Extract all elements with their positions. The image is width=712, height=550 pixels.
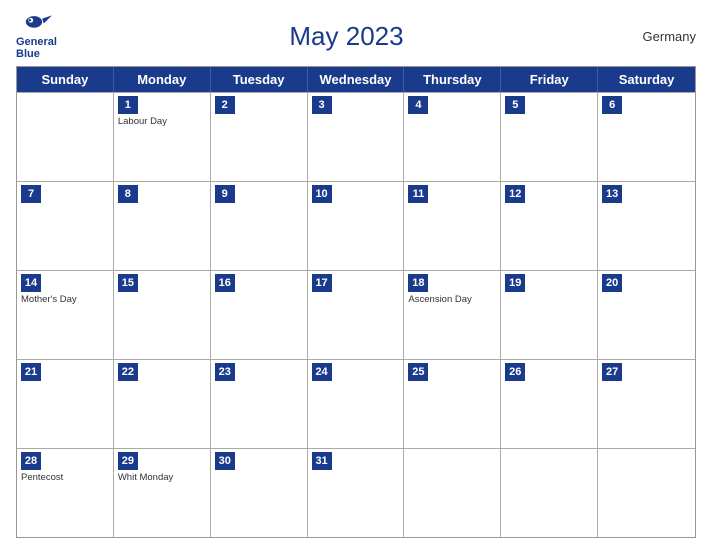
calendar-cell: 17 bbox=[308, 271, 405, 359]
calendar-cell: 6 bbox=[598, 93, 695, 181]
calendar-cell: 13 bbox=[598, 182, 695, 270]
calendar-title: May 2023 bbox=[57, 21, 636, 52]
cell-date: 24 bbox=[312, 363, 332, 381]
calendar-cell: 2 bbox=[211, 93, 308, 181]
cell-date: 6 bbox=[602, 96, 622, 114]
cell-date: 26 bbox=[505, 363, 525, 381]
cell-date: 10 bbox=[312, 185, 332, 203]
header-cell-monday: Monday bbox=[114, 67, 211, 92]
calendar-cell: 31 bbox=[308, 449, 405, 537]
cell-date: 7 bbox=[21, 185, 41, 203]
cell-date: 5 bbox=[505, 96, 525, 114]
calendar-cell: 11 bbox=[404, 182, 501, 270]
logo-line1: General bbox=[16, 36, 57, 48]
calendar-cell: 21 bbox=[17, 360, 114, 448]
calendar-cell: 26 bbox=[501, 360, 598, 448]
header-cell-friday: Friday bbox=[501, 67, 598, 92]
cell-date: 12 bbox=[505, 185, 525, 203]
cell-date: 31 bbox=[312, 452, 332, 470]
header-cell-thursday: Thursday bbox=[404, 67, 501, 92]
calendar-cell: 14 Mother's Day bbox=[17, 271, 114, 359]
cell-date: 23 bbox=[215, 363, 235, 381]
calendar-cell: 23 bbox=[211, 360, 308, 448]
calendar-cell: 9 bbox=[211, 182, 308, 270]
calendar-week-4: 21 22 23 24 25 26 27 bbox=[17, 359, 695, 448]
cell-event: Mother's Day bbox=[21, 294, 109, 306]
header-cell-wednesday: Wednesday bbox=[308, 67, 405, 92]
calendar-cell: 25 bbox=[404, 360, 501, 448]
header-cell-sunday: Sunday bbox=[17, 67, 114, 92]
calendar-cell: 30 bbox=[211, 449, 308, 537]
calendar-cell: 29 Whit Monday bbox=[114, 449, 211, 537]
cell-date-empty bbox=[408, 452, 428, 470]
calendar-cell: 18 Ascension Day bbox=[404, 271, 501, 359]
calendar-cell: 4 bbox=[404, 93, 501, 181]
calendar: SundayMondayTuesdayWednesdayThursdayFrid… bbox=[16, 66, 696, 538]
cell-date: 15 bbox=[118, 274, 138, 292]
cell-date: 17 bbox=[312, 274, 332, 292]
logo: General Blue bbox=[16, 12, 57, 60]
cell-event: Labour Day bbox=[118, 116, 206, 128]
cell-date: 4 bbox=[408, 96, 428, 114]
cell-date: 9 bbox=[215, 185, 235, 203]
calendar-week-5: 28 Pentecost 29 Whit Monday 30 31 bbox=[17, 448, 695, 537]
calendar-cell bbox=[598, 449, 695, 537]
calendar-cell bbox=[501, 449, 598, 537]
calendar-cell: 3 bbox=[308, 93, 405, 181]
calendar-cell: 10 bbox=[308, 182, 405, 270]
calendar-cell: 5 bbox=[501, 93, 598, 181]
calendar-cell bbox=[17, 93, 114, 181]
calendar-cell: 22 bbox=[114, 360, 211, 448]
cell-date: 28 bbox=[21, 452, 41, 470]
calendar-cell: 20 bbox=[598, 271, 695, 359]
cell-event: Pentecost bbox=[21, 472, 109, 484]
calendar-cell: 19 bbox=[501, 271, 598, 359]
calendar-cell: 12 bbox=[501, 182, 598, 270]
cell-date: 22 bbox=[118, 363, 138, 381]
cell-date: 19 bbox=[505, 274, 525, 292]
cell-date: 20 bbox=[602, 274, 622, 292]
calendar-week-2: 7 8 9 10 11 12 13 bbox=[17, 181, 695, 270]
cell-event: Ascension Day bbox=[408, 294, 496, 306]
calendar-week-3: 14 Mother's Day 15 16 17 18 Ascension Day 19 20 bbox=[17, 270, 695, 359]
logo-line2: Blue bbox=[16, 48, 40, 60]
cell-date-empty bbox=[505, 452, 525, 470]
calendar-cell: 15 bbox=[114, 271, 211, 359]
header-cell-saturday: Saturday bbox=[598, 67, 695, 92]
cell-date: 13 bbox=[602, 185, 622, 203]
calendar-cell: 28 Pentecost bbox=[17, 449, 114, 537]
cell-date: 29 bbox=[118, 452, 138, 470]
calendar-cell: 27 bbox=[598, 360, 695, 448]
cell-date: 27 bbox=[602, 363, 622, 381]
cell-date: 14 bbox=[21, 274, 41, 292]
cell-event: Whit Monday bbox=[118, 472, 206, 484]
calendar-cell bbox=[404, 449, 501, 537]
calendar-cell: 7 bbox=[17, 182, 114, 270]
cell-date-empty bbox=[21, 96, 41, 114]
calendar-title-area: May 2023 bbox=[57, 21, 636, 52]
cell-date: 21 bbox=[21, 363, 41, 381]
cell-date: 11 bbox=[408, 185, 428, 203]
cell-date: 18 bbox=[408, 274, 428, 292]
country-label: Germany bbox=[636, 29, 696, 44]
header-cell-tuesday: Tuesday bbox=[211, 67, 308, 92]
cell-date: 16 bbox=[215, 274, 235, 292]
calendar-cell: 16 bbox=[211, 271, 308, 359]
calendar-cell: 24 bbox=[308, 360, 405, 448]
cell-date: 1 bbox=[118, 96, 138, 114]
calendar-week-1: 1 Labour Day 2 3 4 5 6 bbox=[17, 92, 695, 181]
cell-date: 8 bbox=[118, 185, 138, 203]
calendar-cell: 1 Labour Day bbox=[114, 93, 211, 181]
cell-date: 25 bbox=[408, 363, 428, 381]
cell-date: 3 bbox=[312, 96, 332, 114]
calendar-cell: 8 bbox=[114, 182, 211, 270]
calendar-body: 1Labour Day234567891011121314Mother's Da… bbox=[17, 92, 695, 537]
calendar-header-row: SundayMondayTuesdayWednesdayThursdayFrid… bbox=[17, 67, 695, 92]
cell-date-empty bbox=[602, 452, 622, 470]
cell-date: 30 bbox=[215, 452, 235, 470]
cell-date: 2 bbox=[215, 96, 235, 114]
